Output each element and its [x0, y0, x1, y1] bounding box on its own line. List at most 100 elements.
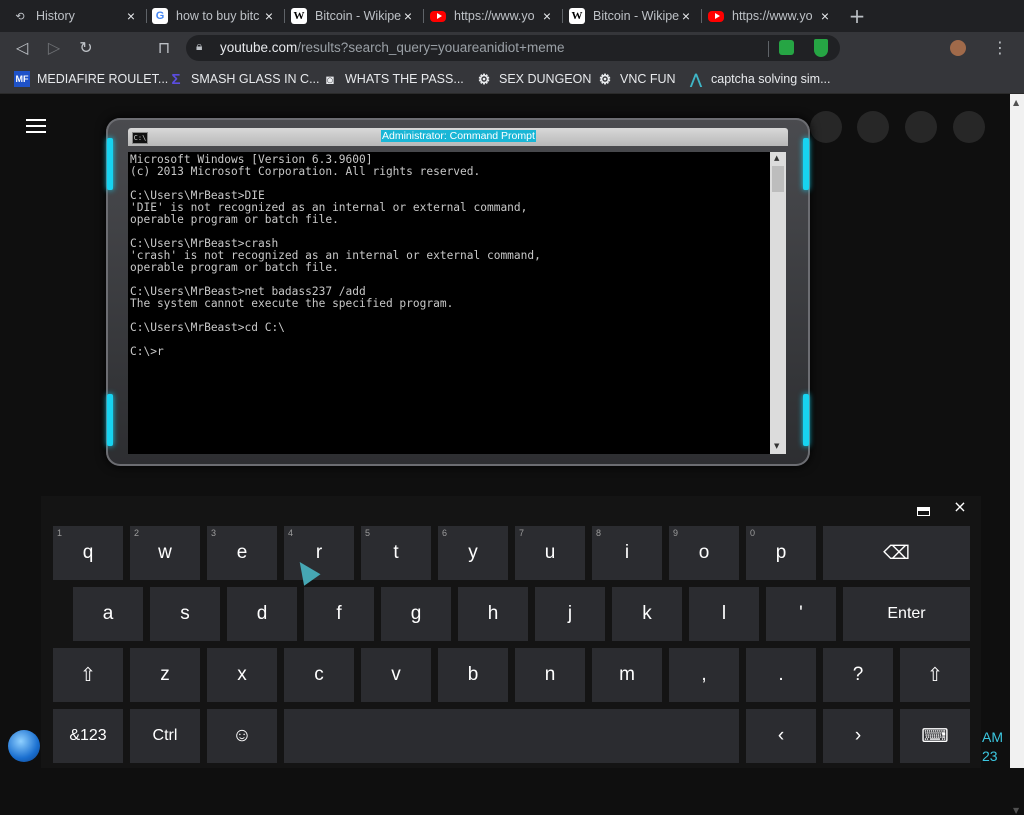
tab-youtube-2[interactable]: https://www.yo × [700, 3, 840, 29]
key-number-hint: 7 [519, 528, 525, 538]
new-tab-button[interactable]: + [846, 5, 868, 27]
emoji-key[interactable]: ☺ [207, 709, 277, 763]
tab-google-search[interactable]: G how to buy bitc × [144, 3, 284, 29]
key-label: n [544, 664, 556, 685]
scrollbar-thumb[interactable] [772, 166, 784, 192]
shift-left-key[interactable]: ⇧ [53, 648, 123, 702]
keyboard-layout-key[interactable]: ⌨ [900, 709, 970, 763]
close-icon[interactable]: × [818, 8, 832, 24]
header-action-button[interactable] [857, 111, 889, 143]
bookmark-sex-dungeon[interactable]: ⚙ SEX DUNGEON [476, 70, 592, 88]
key-b[interactable]: b [438, 648, 508, 702]
key-period[interactable]: . [746, 648, 816, 702]
key-a[interactable]: a [73, 587, 143, 641]
cmd-titlebar[interactable]: C:\ Administrator: Command Prompt [128, 128, 788, 146]
key-s[interactable]: s [150, 587, 220, 641]
bookmark-vnc-fun[interactable]: ⚙ VNC FUN [597, 70, 676, 88]
key-comma[interactable]: , [669, 648, 739, 702]
forward-button[interactable]: ▷ [42, 36, 66, 60]
close-icon[interactable]: × [262, 8, 276, 24]
key-x[interactable]: x [207, 648, 277, 702]
page-scrollbar[interactable]: ▲ ▼ [1010, 94, 1024, 815]
tab-title: how to buy bitc [176, 9, 260, 23]
extension-shield-icon[interactable] [814, 39, 828, 57]
scroll-down-icon[interactable]: ▼ [1013, 806, 1019, 815]
key-label: a [102, 603, 114, 624]
left-arrow-key[interactable]: ‹ [746, 709, 816, 763]
key-question[interactable]: ? [823, 648, 893, 702]
menu-icon[interactable] [26, 119, 46, 133]
close-icon[interactable]: × [401, 8, 415, 24]
start-button[interactable] [8, 730, 40, 762]
key-v[interactable]: v [361, 648, 431, 702]
key-z[interactable]: z [130, 648, 200, 702]
header-action-button[interactable] [810, 111, 842, 143]
bookmark-mediafire[interactable]: MF MEDIAFIRE ROULET... [14, 70, 168, 88]
key-m[interactable]: m [592, 648, 662, 702]
key-w[interactable]: 2w [130, 526, 200, 580]
key-d[interactable]: d [227, 587, 297, 641]
tab-title: Bitcoin - Wikipe [593, 9, 679, 23]
scroll-up-icon[interactable]: ▲ [1013, 98, 1019, 107]
right-arrow-key[interactable]: › [823, 709, 893, 763]
key-label: g [410, 603, 422, 624]
logo-icon: ⋀ [690, 70, 702, 87]
key-k[interactable]: k [612, 587, 682, 641]
close-icon[interactable]: × [540, 8, 554, 24]
tab-wikipedia-1[interactable]: W Bitcoin - Wikipe × [283, 3, 423, 29]
key-u[interactable]: 7u [515, 526, 585, 580]
key-i[interactable]: 8i [592, 526, 662, 580]
bookmark-button[interactable]: ⊓ [152, 36, 176, 60]
enter-key[interactable]: Enter [843, 587, 970, 641]
shift-right-key[interactable]: ⇧ [900, 648, 970, 702]
key-p[interactable]: 0p [746, 526, 816, 580]
taskbar-clock[interactable]: AM 23 [982, 728, 1010, 766]
tab-youtube-1[interactable]: https://www.yo × [422, 3, 562, 29]
close-keyboard-button[interactable]: × [951, 497, 969, 517]
key-c[interactable]: c [284, 648, 354, 702]
key-label: ⇧ [927, 664, 943, 686]
ctrl-key[interactable]: Ctrl [130, 709, 200, 763]
back-button[interactable]: ◁ [10, 36, 34, 60]
key-number-hint: 2 [134, 528, 140, 538]
header-action-button[interactable] [905, 111, 937, 143]
bookmark-captcha[interactable]: ⋀ captcha solving sim... [688, 70, 830, 88]
symbols-key[interactable]: &123 [53, 709, 123, 763]
key-q[interactable]: 1q [53, 526, 123, 580]
browser-menu-button[interactable]: ⋮ [990, 38, 1010, 58]
key-label: ⌨ [921, 725, 949, 747]
dock-keyboard-icon[interactable] [917, 507, 930, 516]
key-number-hint: 4 [288, 528, 294, 538]
address-bar[interactable]: 🔒︎ youtube.com/results?search_query=youa… [186, 35, 840, 61]
scroll-down-icon[interactable]: ▼ [774, 442, 779, 450]
extension-green-icon[interactable] [779, 40, 794, 55]
bookmarks-bar: MF MEDIAFIRE ROULET... Σ SMASH GLASS IN … [0, 64, 1024, 94]
backspace-key[interactable]: ⌫ [823, 526, 970, 580]
close-icon[interactable]: × [679, 8, 693, 24]
key-l[interactable]: l [689, 587, 759, 641]
key-e[interactable]: 3e [207, 526, 277, 580]
key-y[interactable]: 6y [438, 526, 508, 580]
tab-title: https://www.yo [732, 9, 813, 23]
key-f[interactable]: f [304, 587, 374, 641]
close-icon[interactable]: × [124, 8, 138, 24]
bookmark-whats-the-pass[interactable]: ◙ WHATS THE PASS... [322, 70, 464, 88]
avatar[interactable] [950, 40, 966, 56]
key-label: w [158, 542, 172, 563]
key-j[interactable]: j [535, 587, 605, 641]
key-g[interactable]: g [381, 587, 451, 641]
tab-wikipedia-2[interactable]: W Bitcoin - Wikipe × [561, 3, 701, 29]
console-scrollbar[interactable]: ▲ ▼ [770, 152, 786, 454]
tab-history[interactable]: ⟲ History × [4, 3, 146, 29]
key-label: t [393, 542, 399, 563]
reload-button[interactable]: ↻ [74, 36, 98, 60]
header-action-button[interactable] [953, 111, 985, 143]
key-h[interactable]: h [458, 587, 528, 641]
key-n[interactable]: n [515, 648, 585, 702]
scroll-up-icon[interactable]: ▲ [774, 154, 779, 162]
key-o[interactable]: 9o [669, 526, 739, 580]
key-t[interactable]: 5t [361, 526, 431, 580]
bookmark-smash-glass[interactable]: Σ SMASH GLASS IN C... [168, 70, 319, 88]
key-apostrophe[interactable]: ' [766, 587, 836, 641]
space-key[interactable] [284, 709, 739, 763]
